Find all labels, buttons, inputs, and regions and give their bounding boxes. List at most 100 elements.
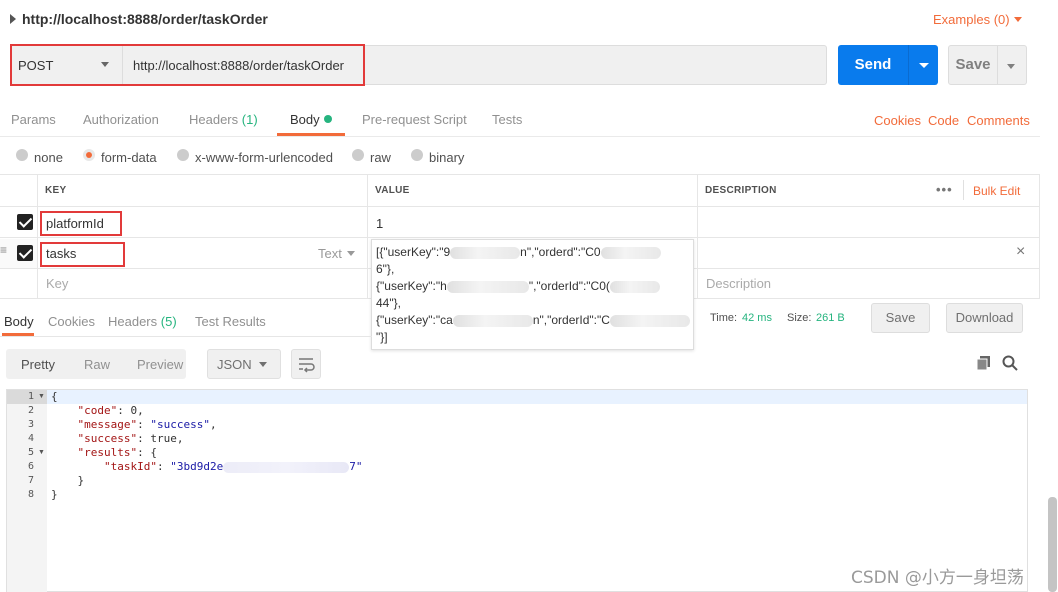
radio-urlencoded-label[interactable]: x-www-form-urlencoded xyxy=(195,150,333,165)
chevron-down-icon[interactable] xyxy=(259,362,267,367)
table-line xyxy=(0,237,1040,238)
new-key-input[interactable]: Key xyxy=(46,276,68,291)
json-key: "taskId" xyxy=(103,460,157,473)
radio-raw[interactable] xyxy=(352,149,364,161)
popup-line: "}] xyxy=(376,330,388,344)
tab-body[interactable]: Body xyxy=(290,112,320,127)
param-value[interactable]: 1 xyxy=(376,216,383,231)
close-icon[interactable]: × xyxy=(1016,243,1025,261)
comments-link[interactable]: Comments xyxy=(967,113,1030,128)
size-value: 261 B xyxy=(816,312,845,324)
resp-tab-cookies[interactable]: Cookies xyxy=(48,314,95,329)
code-line: "taskId": "3bd9d2e 7" xyxy=(103,460,363,473)
code-line: "success": true, xyxy=(77,432,184,445)
chevron-down-icon[interactable] xyxy=(347,251,355,256)
json-key: "success" xyxy=(77,432,138,445)
code-link[interactable]: Code xyxy=(928,113,959,128)
json-punct: : { xyxy=(137,446,157,459)
send-button[interactable]: Send xyxy=(838,45,908,85)
json-key: "results" xyxy=(77,446,138,459)
copy-icon[interactable] xyxy=(976,355,992,374)
radio-raw-label[interactable]: raw xyxy=(370,150,391,165)
popup-text: ","orderId":"C0( xyxy=(528,279,610,293)
json-value: "3bd9d2e xyxy=(170,460,224,473)
fold-caret-icon[interactable]: ▼ xyxy=(38,449,45,456)
row-checkbox[interactable] xyxy=(17,245,33,261)
redacted-blur xyxy=(450,246,521,259)
scrollbar[interactable] xyxy=(1048,497,1057,592)
examples-dropdown[interactable]: Examples (0) xyxy=(933,12,1010,27)
tab-pre-request-script[interactable]: Pre-request Script xyxy=(362,112,467,127)
radio-urlencoded[interactable] xyxy=(177,149,189,161)
watermark-text: CSDN @小方一身坦荡 xyxy=(851,568,1024,588)
body-indicator-dot-icon xyxy=(324,115,332,123)
json-select-value[interactable]: JSON xyxy=(217,357,252,372)
active-line-highlight xyxy=(47,390,1027,404)
radio-form-data-label[interactable]: form-data xyxy=(101,150,157,165)
tabs-divider xyxy=(0,336,372,337)
line-number: 6 xyxy=(27,461,34,472)
size-label: Size: xyxy=(787,312,812,324)
format-pretty[interactable]: Pretty xyxy=(21,357,55,372)
table-line xyxy=(697,174,698,298)
tab-authorization[interactable]: Authorization xyxy=(83,112,159,127)
tab-headers-count: (1) xyxy=(241,112,258,127)
bulk-edit-link[interactable]: Bulk Edit xyxy=(973,184,1020,198)
save-options-button[interactable] xyxy=(998,45,1027,85)
request-title[interactable]: http://localhost:8888/order/taskOrder xyxy=(22,11,268,27)
param-type-select[interactable]: Text xyxy=(318,246,342,261)
popup-line: 44"}, xyxy=(376,296,401,310)
radio-form-data[interactable] xyxy=(83,149,95,161)
json-value: 7" xyxy=(349,460,363,473)
line-number: 1 xyxy=(27,391,34,402)
format-raw[interactable]: Raw xyxy=(84,357,110,372)
popup-line: {"userKey":"h ","orderId":"C0( xyxy=(376,279,660,293)
redacted-blur xyxy=(446,280,529,293)
send-options-button[interactable] xyxy=(908,45,938,85)
code-line: "message": "success", xyxy=(77,418,217,431)
redacted-blur xyxy=(452,314,533,327)
line-number: 5 xyxy=(27,447,34,458)
tab-params[interactable]: Params xyxy=(11,112,56,127)
resp-tab-headers[interactable]: Headers (5) xyxy=(108,314,177,329)
table-line xyxy=(0,174,1040,175)
new-description-input[interactable]: Description xyxy=(706,276,771,291)
resp-tab-test-results[interactable]: Test Results xyxy=(195,314,266,329)
tab-tests[interactable]: Tests xyxy=(492,112,522,127)
tab-headers-label: Headers xyxy=(189,112,239,127)
chevron-down-icon[interactable] xyxy=(1014,17,1022,22)
json-punct: } xyxy=(77,474,85,487)
save-button[interactable]: Save xyxy=(948,45,998,85)
response-save-button[interactable]: Save xyxy=(871,303,930,333)
popup-line: [{"userKey":"9 n","orderd":"C0 xyxy=(376,245,661,259)
wrap-lines-button[interactable] xyxy=(291,349,321,379)
code-line: "results": { xyxy=(51,446,157,459)
expand-caret-icon[interactable] xyxy=(10,14,16,24)
row-checkbox[interactable] xyxy=(17,214,33,230)
json-key: "message" xyxy=(77,418,138,431)
cookies-link[interactable]: Cookies xyxy=(874,113,921,128)
column-header-value: VALUE xyxy=(375,185,410,196)
radio-none[interactable] xyxy=(16,149,28,161)
divider xyxy=(963,180,964,200)
search-icon[interactable] xyxy=(1002,355,1018,374)
more-options-icon[interactable]: ••• xyxy=(936,182,953,197)
table-line xyxy=(367,174,368,298)
radio-binary[interactable] xyxy=(411,149,423,161)
line-number: 8 xyxy=(27,489,34,500)
json-value: true, xyxy=(150,432,184,445)
radio-binary-label[interactable]: binary xyxy=(429,150,464,165)
table-line xyxy=(37,174,38,298)
popup-line: {"userKey":"ca n","orderId":"C xyxy=(376,313,690,327)
download-button[interactable]: Download xyxy=(946,303,1023,333)
line-number: 7 xyxy=(27,475,34,486)
tab-headers[interactable]: Headers (1) xyxy=(189,112,258,127)
drag-handle-icon[interactable]: ≡ xyxy=(0,244,7,256)
redacted-blur xyxy=(600,246,661,259)
radio-none-label[interactable]: none xyxy=(34,150,63,165)
popup-text: n","order xyxy=(520,245,567,259)
resp-tab-body[interactable]: Body xyxy=(4,314,34,329)
format-preview[interactable]: Preview xyxy=(137,357,183,372)
redacted-blur xyxy=(223,461,350,473)
fold-caret-icon[interactable]: ▼ xyxy=(38,393,45,400)
